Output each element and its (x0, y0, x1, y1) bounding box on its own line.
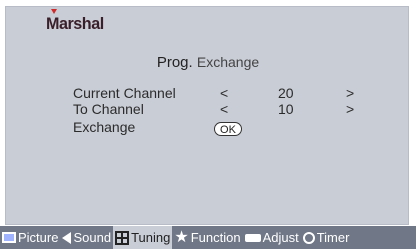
decrease-arrow[interactable]: < (220, 101, 228, 117)
adjust-icon (244, 233, 261, 242)
star-icon: ★ (174, 228, 189, 246)
exchange-label: Exchange (73, 119, 136, 135)
to-channel-value: 10 (278, 101, 294, 117)
to-channel-row[interactable]: To Channel < 10 > (73, 101, 354, 117)
tab-sound[interactable]: Sound (60, 226, 113, 249)
speaker-icon (62, 231, 72, 244)
tab-function[interactable]: ★ Function (172, 226, 242, 249)
tab-label: Sound (73, 230, 112, 245)
tab-tuning[interactable]: Tuning (113, 226, 173, 249)
menu-title-part1: Prog. (156, 54, 193, 71)
current-channel-label: Current Channel (73, 85, 176, 101)
ok-button[interactable]: OK (214, 122, 242, 136)
timer-icon (302, 231, 315, 244)
menu-title: Prog. Exchange (0, 54, 416, 71)
bottom-tab-bar: Picture Sound Tuning ★ Function Adjust T… (0, 226, 416, 249)
brand-logo: Marshal (46, 14, 104, 33)
current-channel-value: 20 (278, 85, 294, 101)
tab-label: Function (190, 230, 241, 245)
tab-label: Picture (18, 230, 59, 245)
increase-arrow[interactable]: > (346, 85, 354, 101)
tab-label: Timer (316, 230, 350, 245)
exchange-row[interactable]: Exchange (73, 119, 135, 135)
tab-label: Tuning (131, 230, 171, 245)
tab-timer[interactable]: Timer (301, 226, 352, 249)
tab-label: Adjust (262, 230, 299, 245)
to-channel-label: To Channel (73, 101, 144, 117)
picture-icon (2, 232, 16, 243)
menu-title-part2: Exchange (196, 54, 260, 70)
tab-picture[interactable]: Picture (0, 226, 60, 249)
tv-screen: Marshal Prog. Exchange Current Channel <… (0, 0, 416, 249)
tab-adjust[interactable]: Adjust (243, 226, 301, 249)
tuning-icon (115, 230, 130, 245)
current-channel-row[interactable]: Current Channel < 20 > (73, 85, 354, 101)
decrease-arrow[interactable]: < (220, 85, 228, 101)
increase-arrow[interactable]: > (346, 101, 354, 117)
